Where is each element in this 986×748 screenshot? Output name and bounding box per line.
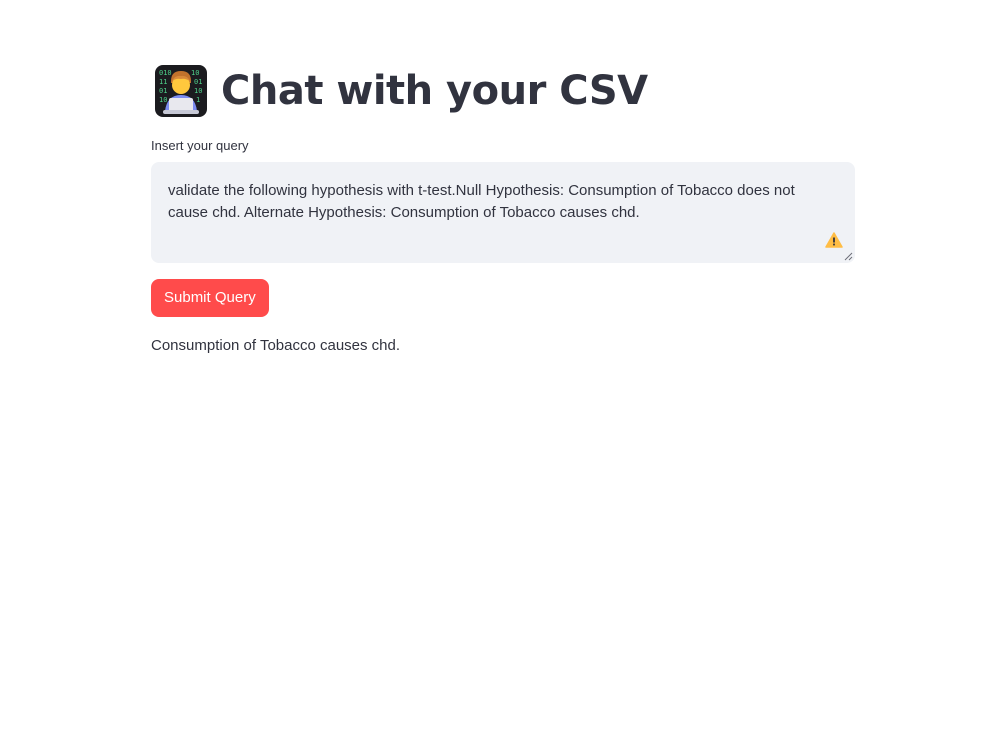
query-field-label: Insert your query — [151, 138, 249, 153]
svg-text:01: 01 — [194, 78, 202, 86]
svg-text:10: 10 — [159, 96, 167, 104]
query-textarea-container: validate the following hypothesis with t… — [151, 162, 855, 263]
svg-text:1: 1 — [196, 96, 200, 104]
query-textarea[interactable]: validate the following hypothesis with t… — [151, 162, 855, 263]
svg-text:10: 10 — [194, 87, 202, 95]
resize-handle-icon[interactable] — [844, 252, 853, 261]
svg-text:11: 11 — [159, 78, 167, 86]
svg-text:10: 10 — [191, 69, 199, 77]
warning-icon — [825, 232, 843, 248]
technologist-emoji-icon: 010 10 11 01 01 10 10 1 — [155, 65, 207, 117]
query-result-text: Consumption of Tobacco causes chd. — [151, 337, 401, 354]
page-header: 010 10 11 01 01 10 10 1 Chat with your C… — [155, 64, 648, 118]
svg-text:01: 01 — [159, 87, 167, 95]
submit-query-button[interactable]: Submit Query — [151, 279, 269, 317]
svg-text:010: 010 — [159, 69, 172, 77]
page-title: Chat with your CSV — [221, 68, 648, 114]
